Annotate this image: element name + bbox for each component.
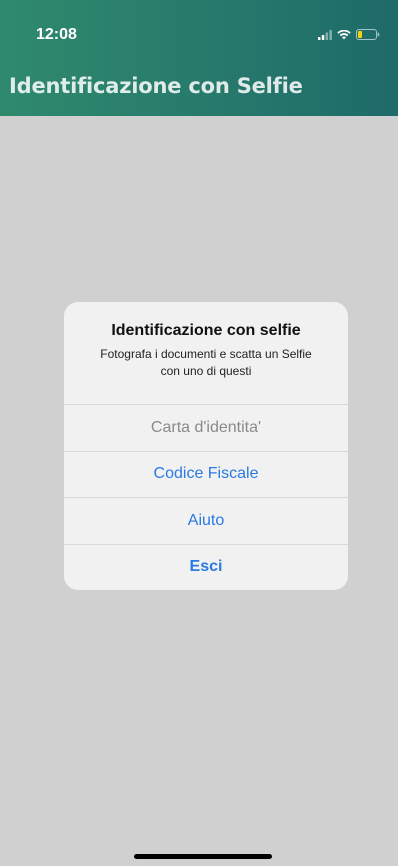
alert-header: Identificazione con selfie Fotografa i d… (64, 302, 348, 404)
signal-icon (318, 27, 332, 45)
status-time: 12:08 (36, 26, 77, 43)
carta-identita-button: Carta d'identita' (64, 404, 348, 451)
status-icons (318, 27, 380, 45)
status-bar: 12:08 (0, 0, 398, 60)
codice-fiscale-button[interactable]: Codice Fiscale (64, 450, 348, 498)
esci-button[interactable]: Esci (64, 543, 348, 591)
alert-dialog: Identificazione con selfie Fotografa i d… (64, 302, 348, 590)
wifi-icon (337, 27, 351, 45)
battery-icon (356, 27, 380, 45)
home-indicator[interactable] (134, 854, 272, 859)
app-header: 12:08 Identificazione con Selfie (0, 0, 398, 116)
aiuto-button[interactable]: Aiuto (64, 497, 348, 544)
page-title: Identificazione con Selfie (9, 74, 303, 98)
alert-title: Identificazione con selfie (111, 322, 301, 339)
alert-message: Fotografa i documenti e scatta un Selfie… (100, 347, 312, 378)
